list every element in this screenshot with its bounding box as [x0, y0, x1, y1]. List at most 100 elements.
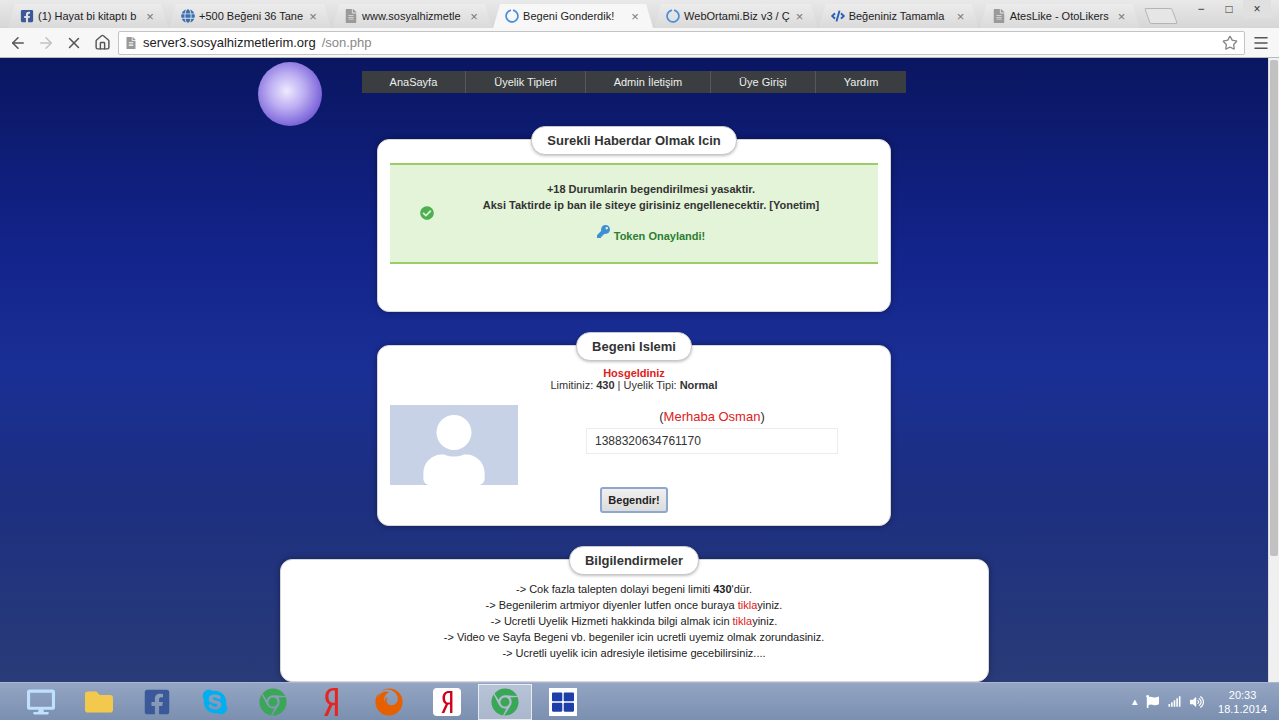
new-tab-button[interactable] [1144, 8, 1178, 24]
taskbar-app[interactable] [362, 684, 416, 720]
tab-close[interactable]: × [629, 9, 641, 24]
limit-line: Limitiniz:430|Uyelik Tipi:Normal [550, 379, 717, 391]
flag-icon[interactable] [1146, 695, 1160, 709]
back-button[interactable] [6, 31, 30, 55]
browser-tab[interactable]: Beğeniniz Tamamla × [819, 4, 979, 28]
check-icon [420, 206, 434, 220]
taskbar-app[interactable] [420, 684, 474, 720]
globe-icon [181, 9, 195, 23]
clock-date: 18.1.2014 [1218, 702, 1267, 716]
notice-line: Aksi Taktirde ip ban ile siteye girisini… [483, 197, 819, 213]
volume-icon[interactable] [1190, 695, 1204, 709]
home-button[interactable] [90, 31, 114, 55]
tab-title: Beğeniniz Tamamla [849, 10, 951, 22]
nav-item[interactable]: AnaSayfa [362, 71, 467, 93]
taskbar-app[interactable] [478, 684, 532, 720]
browser-tab[interactable]: Begeni Gonderdik!× [493, 4, 653, 28]
site-nav: AnaSayfaÜyelik TipleriAdmin İletişimÜye … [362, 71, 907, 93]
yandex-browser-icon [433, 688, 461, 716]
taskbar-app[interactable] [14, 684, 68, 720]
clock-time: 20:33 [1229, 688, 1257, 702]
browser-tab[interactable]: AtesLike - OtoLikers× [980, 4, 1140, 28]
page: AnaSayfaÜyelik TipleriAdmin İletişimÜye … [0, 58, 1279, 682]
panel-title: Surekli Haberdar Olmak Icin [531, 126, 736, 155]
info-text: yiniz. [757, 599, 782, 611]
taskbar-app[interactable] [536, 684, 590, 720]
scrollbar[interactable] [1268, 58, 1279, 682]
url-path: /son.php [322, 35, 1216, 50]
toolbar: server3.sosyalhizmetlerim.org/son.php [0, 28, 1279, 58]
taskbar-app[interactable] [72, 684, 126, 720]
tab-title: (1) Hayat bi kitaptı b [38, 10, 140, 22]
browser-tab[interactable]: WebOrtami.Biz v3 / Ç × [654, 4, 818, 28]
site-icon [831, 9, 845, 23]
tab-close[interactable]: × [468, 9, 480, 24]
nav-item[interactable]: Admin İletişim [586, 71, 711, 93]
browser-tab[interactable]: +500 Beğeni 36 Tane× [169, 4, 331, 28]
window-button[interactable]: − [1187, 0, 1215, 18]
like-button[interactable]: Begendir! [600, 487, 667, 513]
star-icon[interactable] [1222, 35, 1238, 51]
tab-close[interactable]: × [307, 9, 319, 24]
browser-tab[interactable]: www.sosyalhizmetle × [332, 4, 492, 28]
moon [258, 62, 322, 126]
firefox-icon [375, 688, 403, 716]
page-icon [992, 9, 1006, 23]
taskbar-app[interactable] [130, 684, 184, 720]
info-text: yiniz. [752, 615, 777, 627]
tab-title: www.sosyalhizmetle [362, 10, 464, 22]
taskbar-app[interactable] [188, 684, 242, 720]
page-content: AnaSayfaÜyelik TipleriAdmin İletişimÜye … [0, 58, 1268, 682]
panel-title: Begeni Islemi [576, 332, 692, 361]
notice-text: +18 Durumlarin begendirilmesi yasaktir.A… [434, 181, 868, 244]
nav-item[interactable]: Üye Girişi [711, 71, 816, 93]
page-icon [125, 37, 137, 49]
info-line: -> Ucretli uyelik icin adresiyle iletisi… [502, 645, 765, 661]
tray-arrow[interactable]: ▴ [1132, 695, 1138, 708]
taskbar-app[interactable] [246, 684, 300, 720]
scrollbar-thumb[interactable] [1270, 60, 1278, 556]
window-controls: −□× [1187, 0, 1271, 18]
notice-line: +18 Durumlarin begendirilmesi yasaktir. [547, 181, 755, 197]
info-link[interactable]: tikla [733, 615, 753, 627]
clock[interactable]: 20:3318.1.2014 [1212, 688, 1273, 716]
nav-item[interactable]: Yardım [816, 71, 907, 93]
loading-icon [666, 9, 680, 23]
info-line: -> Ucretli Uyelik Hizmeti hakkinda bilgi… [491, 613, 777, 629]
forward-button[interactable] [34, 31, 58, 55]
info-text: 'dür. [732, 583, 752, 595]
network-icon[interactable] [1168, 695, 1182, 709]
tab-title: WebOrtami.Biz v3 / Ç [684, 10, 790, 22]
taskbar-app[interactable] [304, 684, 358, 720]
tab-close[interactable]: × [144, 9, 156, 24]
like-form: (Merhaba Osman) [586, 405, 838, 454]
tab-close[interactable]: × [955, 9, 967, 24]
window-button[interactable]: □ [1215, 0, 1243, 18]
tab-close[interactable]: × [1116, 9, 1128, 24]
folder-icon [85, 688, 113, 716]
menu-button[interactable] [1249, 31, 1273, 55]
info-list: -> Cok fazla talepten dolayi begeni limi… [444, 581, 824, 661]
address-bar[interactable]: server3.sosyalhizmetlerim.org/son.php [118, 31, 1245, 55]
window-button[interactable]: × [1243, 0, 1271, 18]
arrow-right-icon [37, 34, 55, 52]
info-text: -> Ucretli uyelik icin adresiyle iletisi… [502, 647, 765, 659]
info-text: -> Ucretli Uyelik Hizmeti hakkinda bilgi… [491, 615, 733, 627]
chrome-icon [491, 688, 519, 716]
browser-tab[interactable]: (1) Hayat bi kitaptı b × [8, 4, 168, 28]
notice-panel: Surekli Haberdar Olmak Icin+18 Durumlari… [377, 139, 891, 312]
greeting: (Merhaba Osman) [659, 409, 765, 424]
app-icon [549, 688, 577, 716]
nav-item[interactable]: Üyelik Tipleri [466, 71, 585, 93]
info-line: -> Begenilerim artmiyor diyenler lutfen … [486, 597, 783, 613]
page-icon [344, 9, 358, 23]
token-field[interactable] [586, 428, 838, 454]
info-text: -> Cok fazla talepten dolayi begeni limi… [516, 583, 713, 595]
stop-button[interactable] [62, 31, 86, 55]
welcome-text: Hosgeldiniz [603, 367, 665, 379]
like-panel: Begeni IslemiHosgeldinizLimitiniz:430|Uy… [377, 345, 891, 526]
chrome-icon [259, 688, 287, 716]
menu-icon [1252, 34, 1270, 52]
info-link[interactable]: tikla [738, 599, 758, 611]
tab-close[interactable]: × [794, 9, 806, 24]
